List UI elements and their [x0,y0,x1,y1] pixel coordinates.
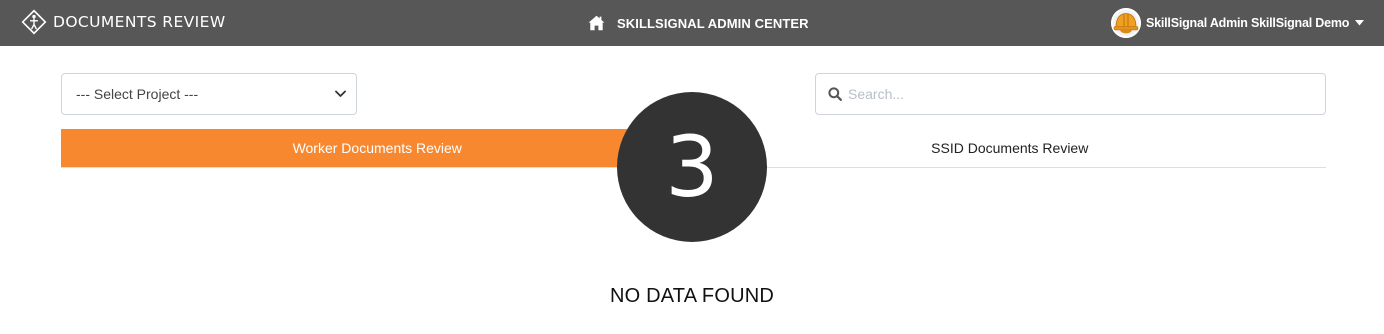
project-select-value: --- Select Project --- [76,86,199,102]
search-input[interactable] [848,86,1313,102]
chevron-down-icon [335,90,346,97]
avatar [1111,8,1141,38]
top-navbar: DOCUMENTS REVIEW SKILLSIGNAL ADMIN CENTE… [0,0,1384,46]
user-menu[interactable]: SkillSignal Admin SkillSignal Demo [1111,8,1365,38]
admin-center-link[interactable]: SKILLSIGNAL ADMIN CENTER [588,12,809,34]
tab-worker-documents-review[interactable]: Worker Documents Review [61,129,694,167]
search-box[interactable] [815,73,1326,115]
admin-center-label: SKILLSIGNAL ADMIN CENTER [617,15,809,31]
search-icon [828,87,842,101]
caret-down-icon [1355,20,1365,26]
compass-person-logo-icon [21,9,47,35]
home-icon [588,15,605,31]
user-name: SkillSignal Admin SkillSignal Demo [1146,16,1350,30]
step-number-badge: 3 [617,92,767,242]
empty-state-message: NO DATA FOUND [609,285,775,307]
tab-ssid-documents-review[interactable]: SSID Documents Review [694,129,1327,167]
app-title: DOCUMENTS REVIEW [53,13,226,31]
brand[interactable]: DOCUMENTS REVIEW [21,8,226,36]
project-select[interactable]: --- Select Project --- [61,73,357,115]
